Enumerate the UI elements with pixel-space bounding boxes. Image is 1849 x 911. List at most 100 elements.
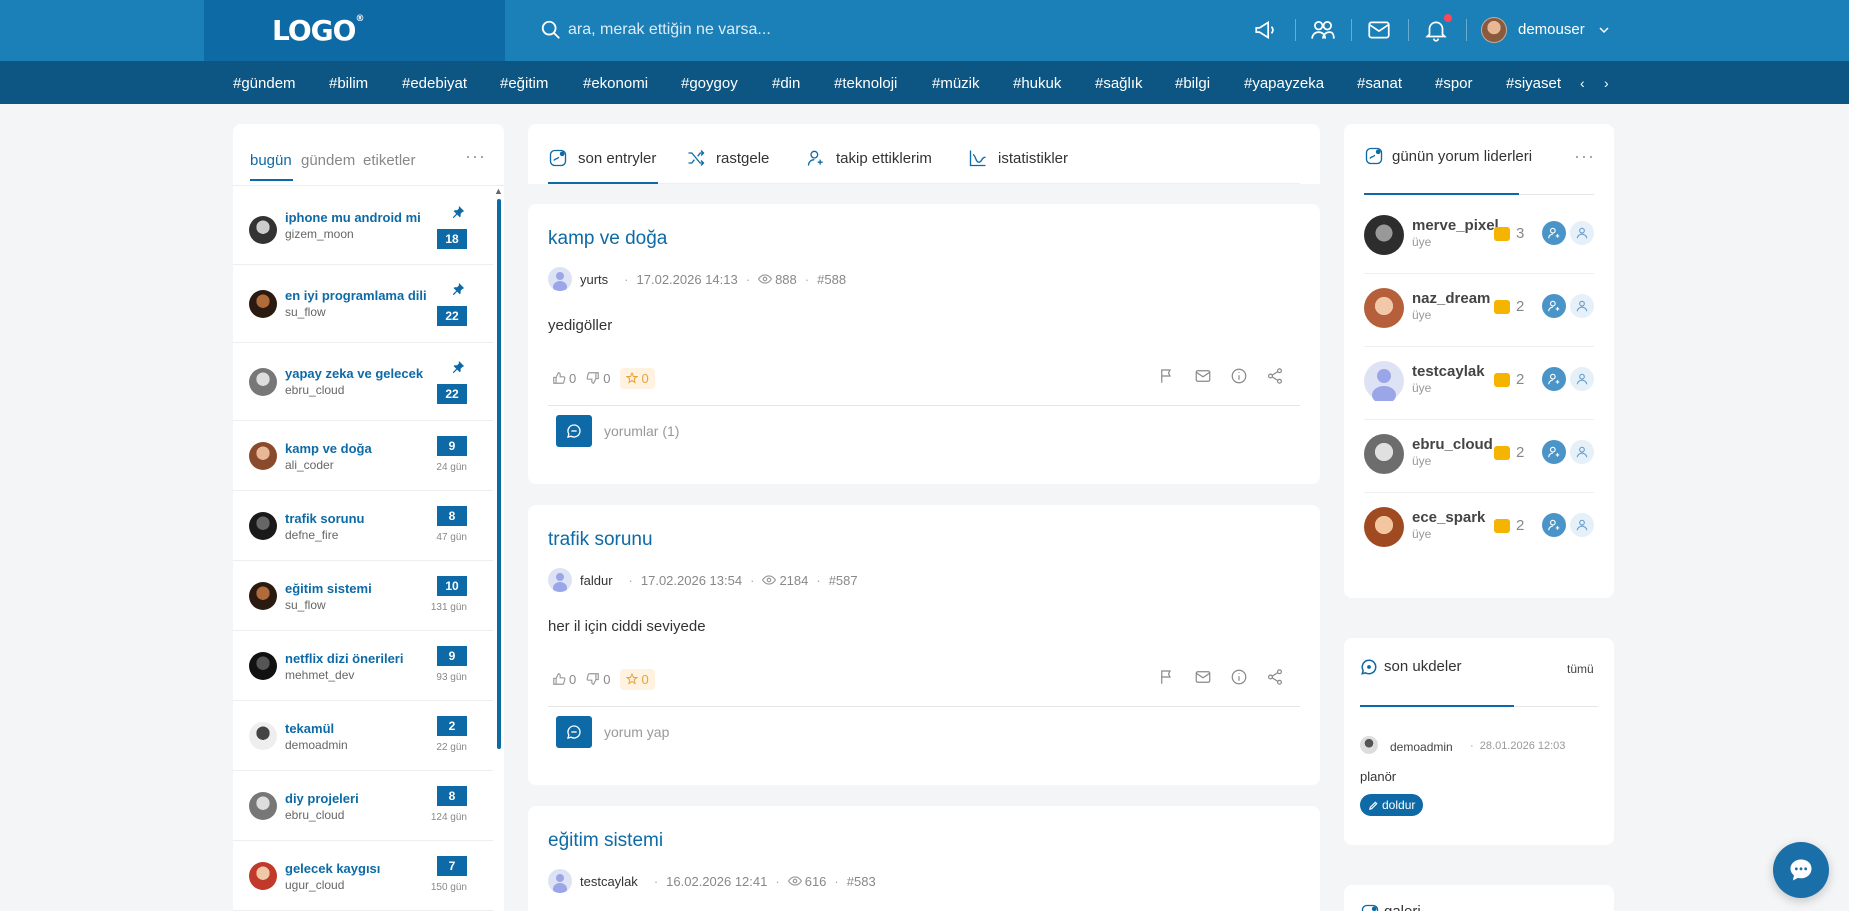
tab-etiketler[interactable]: etiketler xyxy=(363,152,416,169)
topic-title[interactable]: gelecek kaygısı xyxy=(285,861,380,876)
tab-rastgele[interactable]: rastgele xyxy=(686,148,769,168)
mail-icon[interactable] xyxy=(1194,668,1212,686)
info-icon[interactable] xyxy=(1230,367,1248,385)
tab-istatistikler[interactable]: istatistikler xyxy=(968,148,1068,168)
entry-title[interactable]: trafik sorunu xyxy=(548,529,653,551)
comments-link[interactable]: yorumlar (1) xyxy=(604,423,679,439)
chevron-down-icon[interactable] xyxy=(1598,24,1610,36)
topic-title[interactable]: netflix dizi önerileri xyxy=(285,651,403,666)
avatar[interactable] xyxy=(1364,507,1404,547)
avatar[interactable] xyxy=(1364,288,1404,328)
tag-link[interactable]: #bilim xyxy=(329,75,368,92)
list-item[interactable]: en iyi programlama dili su_flow 22 xyxy=(233,265,493,343)
search-input[interactable] xyxy=(568,16,968,44)
list-item[interactable]: netflix dizi önerileri mehmet_dev 9 93 g… xyxy=(233,631,493,701)
tag-link[interactable]: #goygoy xyxy=(681,75,738,92)
view-all-link[interactable]: tümü xyxy=(1567,662,1594,676)
entry-author[interactable]: faldur xyxy=(580,573,613,588)
tags-next-arrow[interactable]: › xyxy=(1604,75,1609,91)
users-icon[interactable] xyxy=(1310,17,1336,43)
avatar[interactable] xyxy=(548,267,572,291)
avatar[interactable] xyxy=(1364,361,1404,404)
entry-author[interactable]: testcaylak xyxy=(580,874,638,889)
add-friend-button[interactable] xyxy=(1542,294,1566,318)
follow-button[interactable] xyxy=(1570,221,1594,245)
entry-id[interactable]: #588 xyxy=(817,272,846,287)
entry-title[interactable]: eğitim sistemi xyxy=(548,830,663,852)
topic-title[interactable]: en iyi programlama dili xyxy=(285,288,427,303)
leader-name[interactable]: testcaylak xyxy=(1412,363,1485,380)
leader-name[interactable]: ece_spark xyxy=(1412,509,1485,526)
tab-takip-ettiklerim[interactable]: takip ettiklerim xyxy=(806,148,932,168)
leader-name[interactable]: naz_dream xyxy=(1412,290,1490,307)
chat-button[interactable] xyxy=(1773,842,1829,898)
ukde-title[interactable]: planör xyxy=(1360,769,1396,784)
add-friend-button[interactable] xyxy=(1542,513,1566,537)
user-avatar[interactable] xyxy=(1481,17,1507,43)
list-item[interactable]: kamp ve doğa ali_coder 9 24 gün xyxy=(233,421,493,491)
tab-gundem[interactable]: gündem xyxy=(301,152,355,169)
entry-title[interactable]: kamp ve doğa xyxy=(548,228,667,250)
follow-button[interactable] xyxy=(1570,367,1594,391)
list-item[interactable]: trafik sorunu defne_fire 8 47 gün xyxy=(233,491,493,561)
mail-icon[interactable] xyxy=(1366,17,1392,43)
more-icon[interactable]: ··· xyxy=(1574,146,1595,167)
entry-id[interactable]: #587 xyxy=(829,573,858,588)
dislike-button[interactable]: 0 xyxy=(586,371,610,386)
username[interactable]: demouser xyxy=(1518,21,1585,38)
avatar[interactable] xyxy=(548,869,572,893)
tag-link[interactable]: #müzik xyxy=(932,75,980,92)
logo[interactable]: LOGO® xyxy=(272,14,364,47)
entry-author[interactable]: yurts xyxy=(580,272,608,287)
write-comment-link[interactable]: yorum yap xyxy=(604,724,669,740)
dislike-button[interactable]: 0 xyxy=(586,672,610,687)
favorite-button[interactable]: 0 xyxy=(620,668,655,690)
topic-title[interactable]: tekamül xyxy=(285,721,334,736)
tag-link[interactable]: #yapayzeka xyxy=(1244,75,1324,92)
topic-title[interactable]: diy projeleri xyxy=(285,791,359,806)
entry-id[interactable]: #583 xyxy=(847,874,876,889)
scroll-up-icon[interactable]: ▲ xyxy=(494,186,503,196)
favorite-button[interactable]: 0 xyxy=(620,367,655,389)
tab-son-entryler[interactable]: son entryler xyxy=(548,148,656,168)
tag-link[interactable]: #edebiyat xyxy=(402,75,467,92)
tag-link[interactable]: #gündem xyxy=(233,75,296,92)
follow-button[interactable] xyxy=(1570,294,1594,318)
tag-link[interactable]: #sağlık xyxy=(1095,75,1143,92)
tag-link[interactable]: #sanat xyxy=(1357,75,1402,92)
tag-link[interactable]: #din xyxy=(772,75,800,92)
list-item[interactable]: diy projeleri ebru_cloud 8 124 gün xyxy=(233,771,493,841)
tag-link[interactable]: #hukuk xyxy=(1013,75,1061,92)
topic-title[interactable]: eğitim sistemi xyxy=(285,581,372,596)
tag-link[interactable]: #ekonomi xyxy=(583,75,648,92)
leader-name[interactable]: merve_pixel xyxy=(1412,217,1499,234)
scrollbar[interactable] xyxy=(497,199,501,749)
flag-icon[interactable] xyxy=(1158,668,1176,686)
like-button[interactable]: 0 xyxy=(552,672,576,687)
info-icon[interactable] xyxy=(1230,668,1248,686)
tag-link[interactable]: #bilgi xyxy=(1175,75,1210,92)
comment-button[interactable] xyxy=(556,415,592,447)
avatar[interactable] xyxy=(1364,215,1404,255)
tag-link[interactable]: #teknoloji xyxy=(834,75,897,92)
follow-button[interactable] xyxy=(1570,513,1594,537)
avatar[interactable] xyxy=(548,568,572,592)
tag-link[interactable]: #eğitim xyxy=(500,75,548,92)
ukde-author[interactable]: demoadmin xyxy=(1390,740,1453,754)
flag-icon[interactable] xyxy=(1158,367,1176,385)
tag-link[interactable]: #spor xyxy=(1435,75,1473,92)
megaphone-icon[interactable] xyxy=(1253,17,1279,43)
list-item[interactable]: tekamül demoadmin 2 22 gün xyxy=(233,701,493,771)
list-item[interactable]: eğitim sistemi su_flow 10 131 gün xyxy=(233,561,493,631)
tags-prev-arrow[interactable]: ‹ xyxy=(1580,75,1585,91)
tag-link[interactable]: #siyaset xyxy=(1506,75,1561,92)
list-item[interactable]: yapay zeka ve gelecek ebru_cloud 22 xyxy=(233,343,493,421)
leader-name[interactable]: ebru_cloud xyxy=(1412,436,1493,453)
add-friend-button[interactable] xyxy=(1542,367,1566,391)
comment-button[interactable] xyxy=(556,716,592,748)
list-item[interactable]: iphone mu android mi gizem_moon 18 xyxy=(233,194,493,265)
like-button[interactable]: 0 xyxy=(552,371,576,386)
mail-icon[interactable] xyxy=(1194,367,1212,385)
share-icon[interactable] xyxy=(1266,367,1284,385)
share-icon[interactable] xyxy=(1266,668,1284,686)
